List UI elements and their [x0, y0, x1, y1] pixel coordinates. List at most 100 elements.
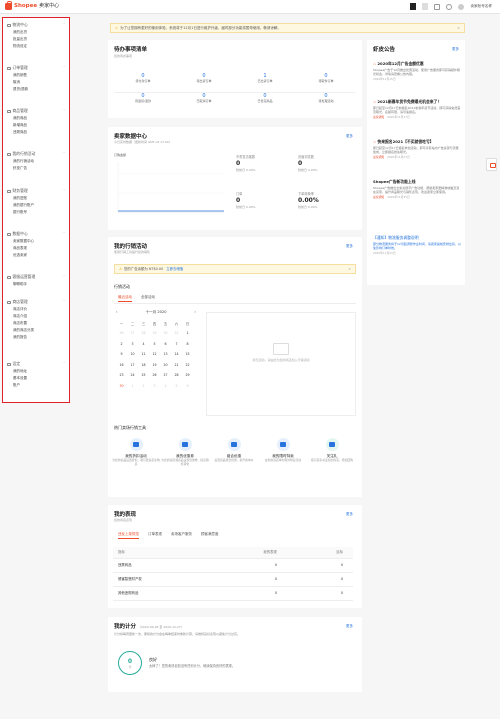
calendar-day[interactable]: 6 — [160, 339, 171, 350]
sidebar-group-header[interactable]: 财务管理 ˄ — [3, 188, 69, 195]
todo-item[interactable]: 1 已出货订单 — [236, 73, 294, 84]
calendar-day[interactable]: 25 — [138, 370, 149, 381]
metric-card[interactable]: 不重复访客数 0 较前日 0.00% — [236, 155, 255, 172]
sidebar-item[interactable]: 我的地址 — [3, 368, 69, 375]
metric-card[interactable]: 下单转换率 0.00% 较前日 0.00% — [298, 192, 319, 209]
sidebar-group-header[interactable]: 我的行销活动 ˄ — [3, 151, 69, 158]
table-row[interactable]: 其他违规商品 0 0 — [113, 586, 353, 601]
close-icon[interactable]: × — [348, 267, 351, 271]
calendar-day[interactable]: 1 — [182, 328, 193, 339]
logo[interactable]: Shopee 卖家中心 — [5, 1, 59, 10]
sidebar-group-header[interactable]: 设定 ˄ — [3, 361, 69, 368]
table-row[interactable]: 侵害智慧财产权 0 0 — [113, 572, 353, 587]
sidebar-group-header[interactable]: 客服运营管理 ˄ — [3, 274, 69, 281]
calendar-day[interactable]: 19 — [149, 360, 160, 371]
calendar-day[interactable]: 28 — [138, 328, 149, 339]
marketing-tool[interactable]: 我的折扣活动 为您的商品设置折扣，吸引更多买家购买 — [112, 438, 160, 467]
marketing-tool[interactable]: 关注礼 吸引买家关注您的商店，增加回购 — [308, 438, 356, 463]
todo-item[interactable]: 0 已售完商品 — [236, 93, 294, 104]
sidebar-item[interactable]: 优选卖家 — [3, 252, 69, 259]
calendar-day[interactable]: 17 — [127, 360, 138, 371]
calendar-day[interactable]: 29 — [149, 328, 160, 339]
sidebar-item[interactable]: 我的销售 — [3, 72, 69, 79]
calendar-day[interactable]: 30 — [116, 381, 127, 392]
table-row[interactable]: 违禁商品 0 0 — [113, 558, 353, 573]
calendar-day[interactable]: 20 — [160, 360, 171, 371]
prev-month-icon[interactable]: ‹ — [116, 310, 117, 314]
calendar-day[interactable]: 1 — [127, 381, 138, 392]
calendar-day[interactable]: 22 — [182, 360, 193, 371]
calendar-day[interactable]: 4 — [138, 339, 149, 350]
sidebar-item[interactable]: 我的银行账户 — [3, 202, 69, 209]
tab-satisfaction[interactable]: 顾客满意度 — [201, 532, 219, 539]
sidebar-group-header[interactable]: 订单管理 ˄ — [3, 65, 69, 72]
calendar-day[interactable]: 27 — [127, 328, 138, 339]
announcement-item[interactable]: Shopee广告新功能上线 Shopee广告推出全新关键字广告功能，帮助卖家更精准… — [373, 179, 461, 200]
todo-item[interactable]: 0 待取件订单 — [297, 73, 355, 84]
sidebar-item[interactable]: 物流设定 — [3, 43, 69, 50]
performance-more-link[interactable]: 更多 — [346, 512, 353, 516]
todo-item[interactable]: 0 待处理活动 — [297, 93, 355, 104]
calendar-day[interactable]: 18 — [138, 360, 149, 371]
todo-item[interactable]: 0 待退货/退款 — [114, 93, 172, 104]
calendar-day[interactable]: 12 — [149, 349, 160, 360]
calendar-day[interactable]: 4 — [160, 381, 171, 392]
close-icon[interactable]: × — [457, 26, 460, 30]
calendar-day[interactable]: 14 — [171, 349, 182, 360]
sidebar-item[interactable]: 退货/退款 — [3, 86, 69, 93]
calendar-day[interactable]: 2 — [138, 381, 149, 392]
marketing-tool[interactable]: 我的限时特卖 在您的商店举办限时特卖活动 — [259, 438, 307, 463]
sidebar-item[interactable]: 新增商品 — [3, 122, 69, 129]
sidebar-item[interactable]: 我的出货 — [3, 29, 69, 36]
sidebar-item[interactable]: 聊聊助手 — [3, 281, 69, 288]
sidebar-item[interactable]: 违规商品 — [3, 129, 69, 136]
calendar-day[interactable]: 8 — [182, 339, 193, 350]
chat-button[interactable] — [486, 158, 497, 171]
calendar-day[interactable]: 7 — [171, 339, 182, 350]
sidebar-group-header[interactable]: 数据中心 ˄ — [3, 231, 69, 238]
announcement-item[interactable]: 【通知】物流服务调整说明 部分物流服务将于12月起调整作业时间，请卖家提前安排出货… — [373, 235, 461, 256]
sidebar-item[interactable]: 商店评价 — [3, 306, 69, 313]
topup-link[interactable]: 立即去储值 — [166, 267, 183, 271]
metric-card[interactable]: 订单 0 较前日 0.00% — [236, 192, 255, 209]
sidebar-item[interactable]: 商店布置 — [3, 320, 69, 327]
sidebar-group-header[interactable]: 物流中心 ˄ — [3, 22, 69, 29]
calendar-day[interactable]: 31 — [171, 328, 182, 339]
calendar-day[interactable]: 21 — [171, 360, 182, 371]
calendar-day[interactable]: 16 — [116, 360, 127, 371]
tab-listing-violations[interactable]: 违反上架规范 — [118, 532, 139, 540]
marketing-tool[interactable]: 组合优惠 设置商品组合优惠，提升客单价 — [210, 438, 258, 463]
grid-icon[interactable] — [434, 3, 441, 10]
sidebar-item[interactable]: 卖家数据中心 — [3, 238, 69, 245]
todo-item[interactable]: 0 待付款订单 — [114, 73, 172, 84]
calendar-day[interactable]: 27 — [160, 370, 171, 381]
sidebar-group-header[interactable]: 商店管理 ˄ — [3, 299, 69, 306]
calendar-day[interactable]: 30 — [160, 328, 171, 339]
marketing-tool[interactable]: 我的优惠券 为您的商店或商品设置优惠券，提高销售转化 — [161, 438, 209, 467]
sidebar-item[interactable]: 我的行销活动 — [3, 158, 69, 165]
sidebar-item[interactable]: 我的商店分类 — [3, 327, 69, 334]
announcement-item[interactable]: ♨快来报名2021【不买就很吃亏】 即日起至12月17日报名参加活动，即可享有站内… — [373, 139, 461, 160]
calendar-day[interactable]: 26 — [116, 328, 127, 339]
calendar-day[interactable]: 5 — [149, 339, 160, 350]
sidebar-item[interactable]: 批量出货 — [3, 36, 69, 43]
next-month-icon[interactable]: › — [195, 310, 196, 314]
calendar-day[interactable]: 3 — [127, 339, 138, 350]
username[interactable]: 卖家帐号名称 — [470, 4, 492, 8]
todo-item[interactable]: 0 已取消订单 — [175, 93, 233, 104]
sidebar-item[interactable]: 商店介绍 — [3, 313, 69, 320]
calendar-day[interactable]: 13 — [160, 349, 171, 360]
sidebar-item[interactable]: 基本设置 — [3, 375, 69, 382]
sidebar-item[interactable]: 我的报告 — [3, 334, 69, 341]
sidebar-item[interactable]: 我的商品 — [3, 115, 69, 122]
calendar-day[interactable]: 9 — [116, 349, 127, 360]
metric-card[interactable]: 页面浏览数 0 较前日 0.00% — [298, 155, 317, 172]
tab-customer-service[interactable]: 卖场客户服务 — [171, 532, 192, 539]
sidebar-group-header[interactable]: 商品管理 ˄ — [3, 108, 69, 115]
sidebar-item[interactable]: 我的进账 — [3, 195, 69, 202]
points-more-link[interactable]: 更多 — [346, 624, 353, 628]
calendar-day[interactable]: 2 — [116, 339, 127, 350]
calendar-day[interactable]: 26 — [149, 370, 160, 381]
todo-item[interactable]: 0 待出货订单 — [175, 73, 233, 84]
calendar-day[interactable]: 3 — [149, 381, 160, 392]
